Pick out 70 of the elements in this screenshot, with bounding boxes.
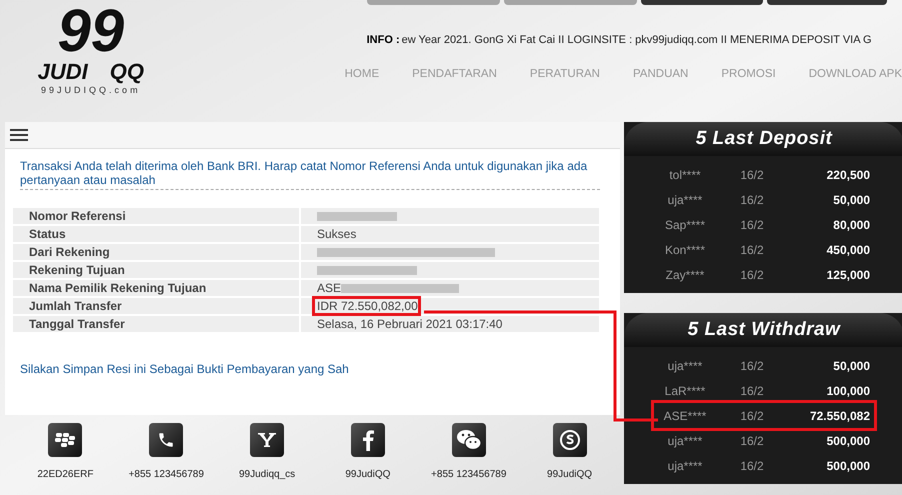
logo-domain: 99JUDIQQ.com [41,84,141,97]
amount-text: 450,000 [826,242,871,258]
field-label: Status [13,226,299,242]
contact-label: 99JudiQQ [547,468,592,482]
value-text: IDR 72.550,082,00 [315,299,418,313]
user-name: uja**** [666,432,704,450]
date-text: 16/2 [739,266,765,284]
logo-numeral: 99 [57,2,124,60]
field-label: Nomor Referensi [13,208,299,224]
nav-link[interactable]: HOME [344,66,380,83]
phone-icon[interactable] [149,423,184,457]
date-text: 16/2 [739,358,765,374]
field-label: Rekening Tujuan [13,262,299,278]
field-label: Jumlah Transfer [13,298,299,314]
user-name: uja**** [666,358,704,374]
amount-text: 50,000 [832,192,871,208]
user-name: Zay**** [664,266,706,284]
receipt-message: Transaksi Anda telah diterima oleh Bank BRI. Harap catat Nomor Referensi Anda untuk digunakan jika ada pertanyaan atau masalah [20,159,600,190]
facebook-icon[interactable] [350,423,385,457]
date-text: 16/2 [739,166,765,184]
date-text: 16/2 [739,382,765,400]
amount-text: 500,000 [826,432,871,450]
field-label: Tanggal Transfer [13,316,299,332]
user-name: uja**** [666,192,704,208]
amount-text: 220,500 [826,166,871,184]
date-text: 16/2 [739,458,765,474]
nav-link[interactable]: PERATURAN [530,66,600,83]
panel-title: 5 Last Withdraw [688,318,840,342]
panel-title: 5 Last Deposit [696,126,832,151]
nav-link[interactable]: DOWNLOAD APK [808,66,902,83]
contact-label: 22ED26ERF [37,468,94,482]
amount-text: 80,000 [832,216,871,234]
field-label: Dari Rekening [13,244,299,260]
info-label: INFO : [366,33,400,48]
value-text: Selasa, 16 Pebruari 2021 03:17:40 [317,317,502,331]
bbm-icon[interactable] [48,423,82,457]
amount-text: 50,000 [832,358,871,374]
amount-text: 125,000 [826,266,871,284]
value-text: Sukses [317,227,356,241]
skype-icon[interactable] [552,423,587,457]
amount-text: 100,000 [826,382,871,400]
date-text: 16/2 [739,432,765,450]
amount-text: 72.550,082 [808,408,871,424]
menu-icon[interactable] [10,129,28,141]
contact-label: +855 123456789 [431,468,506,482]
user-name: Kon**** [664,242,706,258]
date-text: 16/2 [739,242,765,258]
user-name: tol**** [668,166,702,184]
wechat-icon[interactable] [452,423,486,457]
logo-word: QQ [110,60,144,84]
date-text: 16/2 [739,408,765,424]
logo-word: JUDI [38,60,88,84]
value-text: ASE [317,281,342,295]
contact-label: 99JudiQQ [345,468,390,482]
yahoo-icon[interactable] [250,423,284,457]
field-label: Nama Pemilik Rekening Tujuan [13,280,299,296]
contact-label: +855 123456789 [128,468,204,482]
nav-link[interactable]: PROMOSI [721,66,776,83]
user-name: ASE**** [662,408,708,424]
contact-label: 99Judiqq_cs [238,468,296,482]
amount-text: 500,000 [826,458,871,474]
info-ticker: ew Year 2021. GonG Xi Fat Cai II LOGINSITE : pkv99judiqq.com II MENERIMA DEPOSIT VIA G [402,33,872,48]
nav-link[interactable]: PENDAFTARAN [412,66,497,83]
user-name: LaR**** [664,382,706,400]
nav-link[interactable]: PANDUAN [632,66,688,83]
user-name: uja**** [666,458,704,474]
receipt-note: Silakan Simpan Resi ini Sebagai Bukti Pembayaran yang Sah [20,361,350,378]
date-text: 16/2 [739,216,765,234]
user-name: Sap**** [664,216,706,234]
date-text: 16/2 [739,192,765,208]
